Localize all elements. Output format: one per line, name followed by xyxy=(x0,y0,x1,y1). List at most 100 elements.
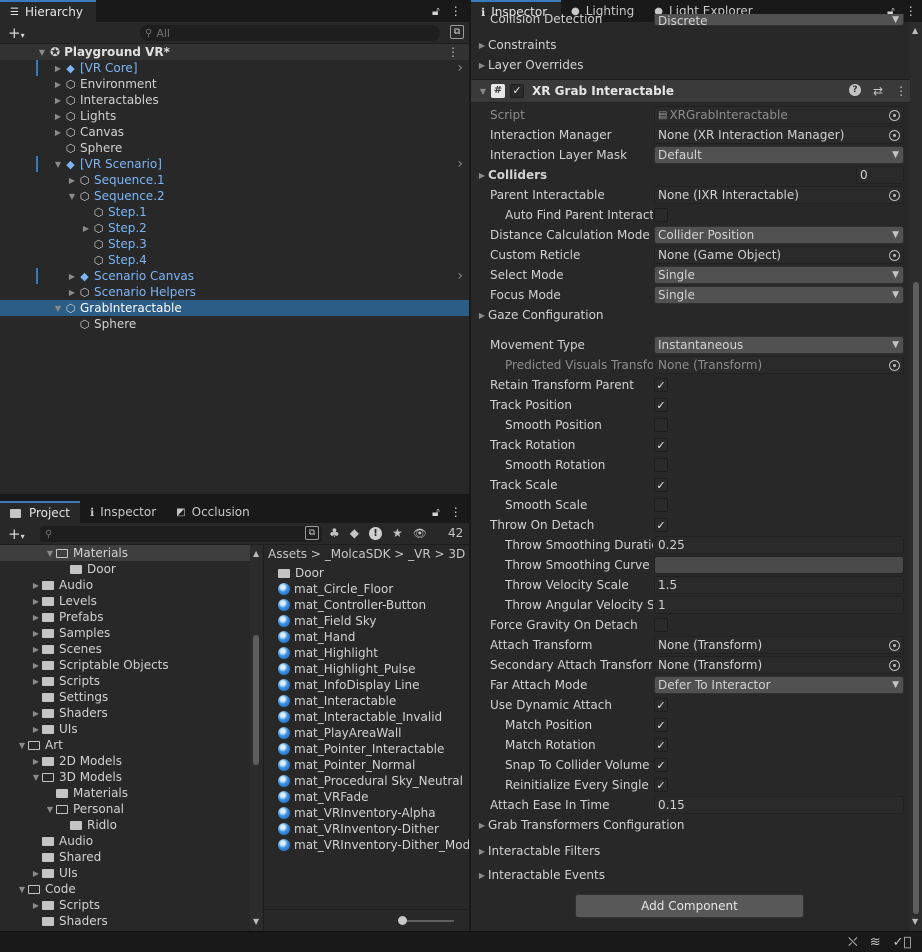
asset-item[interactable]: mat_VRInventory-Dither xyxy=(278,821,469,837)
tab-hierarchy[interactable]: ☰ Hierarchy xyxy=(0,0,96,22)
property-dropdown[interactable]: Default ▼ xyxy=(654,146,904,164)
folder-tree-item[interactable]: ▶ Levels xyxy=(0,593,250,609)
help-icon[interactable]: ? xyxy=(849,84,861,96)
hierarchy-item[interactable]: ▶ ⬡ Step.2 xyxy=(0,220,469,236)
collision-detection-dropdown[interactable]: Discrete ▼ xyxy=(654,14,904,26)
lock-icon[interactable]: 🔓︎ xyxy=(432,4,440,19)
asset-item[interactable]: mat_VRFade xyxy=(278,789,469,805)
property-dropdown[interactable]: Defer To Interactor ▼ xyxy=(654,676,904,694)
asset-item[interactable]: mat_Highlight xyxy=(278,645,469,661)
asset-item[interactable]: mat_Procedural Sky_Neutral xyxy=(278,773,469,789)
asset-item[interactable]: mat_Controller-Button xyxy=(278,597,469,613)
zoom-slider-handle[interactable] xyxy=(398,916,407,925)
chevron-right-icon[interactable]: ▶ xyxy=(52,64,64,73)
chevron-right-icon[interactable]: ▶ xyxy=(30,613,42,622)
asset-item[interactable]: mat_Circle_Floor xyxy=(278,581,469,597)
curve-field[interactable] xyxy=(654,556,904,574)
asset-item[interactable]: mat_Highlight_Pulse xyxy=(278,661,469,677)
property-checkbox[interactable] xyxy=(654,208,668,222)
create-dropdown-button[interactable]: +▾ xyxy=(8,525,25,543)
property-checkbox[interactable] xyxy=(654,418,668,432)
chevron-down-icon[interactable]: ▼ xyxy=(16,885,28,894)
constraints-foldout[interactable]: ▶ Constraints xyxy=(476,36,557,54)
folder-tree-item[interactable]: Door xyxy=(0,561,250,577)
chevron-right-icon[interactable]: ▶ xyxy=(30,757,42,766)
folder-tree-item[interactable]: ▼ 3D Models xyxy=(0,769,250,785)
add-dropdown-button[interactable]: +▾ xyxy=(8,24,25,42)
property-dropdown[interactable]: Collider Position ▼ xyxy=(654,226,904,244)
object-field[interactable]: None (Game Object) xyxy=(654,246,904,264)
folder-tree-item[interactable]: Shaders xyxy=(0,913,250,929)
folder-tree-item[interactable]: ▼ Materials xyxy=(0,545,250,561)
filter-by-type-icon[interactable]: ♣ xyxy=(329,526,340,540)
chevron-right-icon[interactable]: ▶ xyxy=(30,725,42,734)
add-component-button[interactable]: Add Component xyxy=(575,894,804,918)
lock-icon[interactable]: 🔓︎ xyxy=(432,505,440,520)
chevron-right-icon[interactable]: ▶ xyxy=(66,288,78,297)
asset-item[interactable]: mat_Hand xyxy=(278,629,469,645)
component-enabled-checkbox[interactable]: ✓ xyxy=(510,84,524,98)
kebab-menu-icon[interactable]: ⋮ xyxy=(450,505,462,520)
search-options-icon[interactable]: ⧉ xyxy=(450,25,464,39)
object-picker-icon[interactable] xyxy=(889,359,900,371)
search-options-icon[interactable]: ⧉ xyxy=(305,526,319,540)
scene-header[interactable]: ▼ ✪ Playground VR* ⋮ xyxy=(0,44,469,60)
hierarchy-item[interactable]: ⬡ Sphere xyxy=(0,316,469,332)
hierarchy-item[interactable]: ▶ ◆ Scenario Canvas › xyxy=(0,268,469,284)
bug-icon[interactable]: ⛌ xyxy=(848,935,858,950)
folder-tree-item[interactable]: ▼ Art xyxy=(0,737,250,753)
folder-tree-item[interactable]: ▶ Prefabs xyxy=(0,609,250,625)
open-prefab-chevron-icon[interactable]: › xyxy=(457,268,463,284)
filter-by-label-icon[interactable]: ◆ xyxy=(350,526,359,540)
property-input[interactable]: 0.15 xyxy=(654,796,904,814)
object-field[interactable]: None (XR Interaction Manager) xyxy=(654,126,904,144)
hierarchy-item[interactable]: ▶ ◆ [VR Core] › xyxy=(0,60,469,76)
chevron-right-icon[interactable]: ▶ xyxy=(52,112,64,121)
chevron-down-icon[interactable]: ▼ xyxy=(44,805,56,814)
asset-item[interactable]: mat_Interactable xyxy=(278,693,469,709)
property-dropdown[interactable]: Single ▼ xyxy=(654,266,904,284)
kebab-menu-icon[interactable]: ⋮ xyxy=(450,4,462,19)
asset-item[interactable]: mat_Interactable_Invalid xyxy=(278,709,469,725)
chevron-down-icon[interactable]: ▼ xyxy=(52,304,64,313)
folder-tree-item[interactable]: Settings xyxy=(0,689,250,705)
property-checkbox[interactable]: ✓ xyxy=(654,478,668,492)
folder-tree-item[interactable]: ▶ Scenes xyxy=(0,641,250,657)
object-picker-icon[interactable] xyxy=(889,639,900,651)
foldout-section[interactable]: ▶ Interactable Events xyxy=(476,866,605,884)
property-dropdown[interactable]: Instantaneous ▼ xyxy=(654,336,904,354)
chevron-right-icon[interactable]: ▶ xyxy=(66,176,78,185)
hierarchy-item[interactable]: ▼ ⬡ GrabInteractable xyxy=(0,300,469,316)
hierarchy-item[interactable]: ▶ ⬡ Environment xyxy=(0,76,469,92)
asset-item[interactable]: mat_VRInventory-Dither_Mode xyxy=(278,837,469,853)
folder-tree-item[interactable]: ▶ Samples xyxy=(0,625,250,641)
chevron-right-icon[interactable]: ▶ xyxy=(30,581,42,590)
component-header[interactable]: ▼ # ✓ XR Grab Interactable ? ⇄ ⋮ xyxy=(471,79,910,103)
property-input[interactable]: 0.25 xyxy=(654,536,904,554)
folder-tree-item[interactable]: ▼ Personal xyxy=(0,801,250,817)
asset-item[interactable]: mat_InfoDisplay Line xyxy=(278,677,469,693)
chevron-right-icon[interactable]: ▶ xyxy=(30,629,42,638)
chevron-down-icon[interactable]: ▼ xyxy=(44,549,56,558)
folder-tree-item[interactable]: ▼ Code xyxy=(0,881,250,897)
object-field[interactable]: None (Transform) xyxy=(654,656,904,674)
folder-tree-item[interactable]: ▶ UIs xyxy=(0,865,250,881)
folder-tree-scrollbar[interactable]: ▲ ▼ xyxy=(250,545,262,931)
asset-item[interactable]: mat_Pointer_Interactable xyxy=(278,741,469,757)
chevron-down-icon[interactable]: ▼ xyxy=(16,741,28,750)
chevron-right-icon[interactable]: ▶ xyxy=(476,171,488,180)
open-prefab-chevron-icon[interactable]: › xyxy=(457,156,463,172)
chevron-right-icon[interactable]: ▶ xyxy=(30,709,42,718)
open-prefab-chevron-icon[interactable]: › xyxy=(457,60,463,76)
hierarchy-item[interactable]: ⬡ Sphere xyxy=(0,140,469,156)
scrollbar-thumb[interactable] xyxy=(253,635,259,765)
folder-tree-item[interactable]: ▶ Scripts xyxy=(0,897,250,913)
chevron-right-icon[interactable]: ▶ xyxy=(52,96,64,105)
warning-icon[interactable]: ! xyxy=(369,526,382,540)
asset-item[interactable]: mat_Field Sky xyxy=(278,613,469,629)
hierarchy-item[interactable]: ▶ ⬡ Interactables xyxy=(0,92,469,108)
tab-inspector-secondary[interactable]: ℹ Inspector xyxy=(80,501,166,523)
colliders-size-field[interactable]: 0 xyxy=(856,166,904,184)
folder-tree-item[interactable]: ▶ Scriptable Objects xyxy=(0,657,250,673)
favorites-star-icon[interactable]: ★ xyxy=(392,526,403,540)
